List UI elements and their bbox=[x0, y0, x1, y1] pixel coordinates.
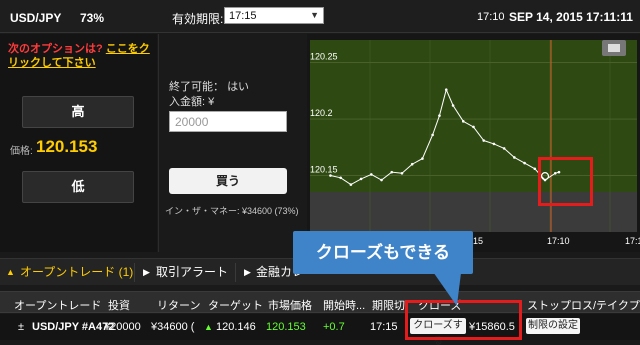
y-tick-label: 120.2 bbox=[310, 108, 333, 118]
y-tick-label: 120.15 bbox=[310, 165, 338, 175]
price-point bbox=[400, 171, 404, 175]
col-start-time: 開始時... bbox=[323, 300, 366, 312]
up-arrow-icon: ▲ bbox=[204, 322, 213, 332]
high-button[interactable]: 高 bbox=[22, 96, 134, 128]
amount-label: 入金額: ¥ bbox=[169, 96, 215, 108]
row-expand-icon[interactable]: ± bbox=[18, 321, 24, 333]
x-tick-label: 15 bbox=[473, 236, 483, 246]
price-point bbox=[513, 156, 516, 159]
chevron-down-icon: ▼ bbox=[310, 10, 319, 20]
buy-button[interactable]: 買う bbox=[169, 168, 287, 194]
price-point bbox=[339, 176, 342, 180]
price-point bbox=[349, 183, 353, 186]
tab-trade-alerts[interactable]: 取引アラート bbox=[152, 259, 228, 286]
price-point bbox=[380, 178, 383, 182]
x-tick-label: 17:10 bbox=[547, 236, 570, 246]
chart-highlight-box bbox=[538, 157, 593, 206]
close-highlight-box bbox=[405, 300, 522, 340]
col-stoploss: ストップロス/テイクプ... bbox=[527, 300, 640, 312]
promo-message: 次のオプションは? ここをクリックして下さい bbox=[8, 42, 153, 70]
x-tick-label: 17:15 bbox=[625, 236, 640, 246]
top-bar: USD/JPY 73% 有効期限: 17:15 ▼ 17:10 SEP 14, … bbox=[0, 0, 640, 33]
closable-label: 終了可能： はい bbox=[169, 78, 249, 94]
callout-annotation: クローズもできる bbox=[293, 231, 473, 274]
tab-open-trades[interactable]: オープントレード (1) bbox=[16, 259, 133, 286]
row-change: +0.7 bbox=[323, 321, 345, 333]
expiry-label: 有効期限: bbox=[172, 12, 224, 26]
col-expiry: 期限切 bbox=[372, 300, 405, 312]
tab-divider bbox=[134, 263, 135, 282]
price-point bbox=[390, 170, 394, 174]
price-point bbox=[472, 125, 475, 129]
price-point bbox=[410, 162, 414, 166]
chart-expand-icon[interactable] bbox=[602, 40, 626, 56]
col-target: ターゲット bbox=[208, 300, 263, 312]
promo-text: 次のオプションは? bbox=[8, 43, 103, 55]
direction-panel: 次のオプションは? ここをクリックして下さい 高 価格: 120.153 低 bbox=[0, 34, 157, 252]
tab-divider bbox=[235, 263, 236, 282]
col-investment: 投資 bbox=[108, 300, 130, 312]
row-expiry: 17:15 bbox=[370, 321, 398, 333]
in-the-money-text: イン・ザ・マネー: ¥34600 (73%) bbox=[165, 206, 299, 216]
col-open-trade: オープントレード bbox=[14, 300, 102, 312]
row-target: 120.146 bbox=[216, 321, 256, 333]
row-instrument: USD/JPY #A472 bbox=[32, 321, 115, 333]
col-return: リターン bbox=[157, 300, 201, 312]
amount-input[interactable]: 20000 bbox=[169, 111, 287, 132]
expiry-countdown-time: 17:10 bbox=[477, 11, 505, 23]
y-tick-label: 120.25 bbox=[310, 52, 338, 62]
expiry-value: 17:15 bbox=[229, 10, 257, 22]
price-point bbox=[370, 173, 373, 176]
tab-arrow-icon: ▶ bbox=[244, 267, 251, 277]
current-price: 120.153 bbox=[36, 137, 98, 156]
price-point bbox=[431, 133, 434, 137]
x-axis-ticks: 15 17:10 17:15 bbox=[473, 236, 640, 246]
price-label: 価格: bbox=[10, 146, 33, 157]
row-market-price: 120.153 bbox=[266, 321, 306, 333]
low-button[interactable]: 低 bbox=[22, 171, 134, 203]
payout-percent: 73% bbox=[80, 11, 105, 25]
row-return: ¥34600 ( bbox=[151, 321, 195, 333]
pair-label: USD/JPY bbox=[10, 11, 62, 25]
expiry-select[interactable]: 17:15 ▼ bbox=[224, 7, 324, 24]
price-point bbox=[461, 120, 465, 123]
price-point bbox=[523, 161, 526, 165]
price-point bbox=[444, 88, 448, 91]
tab-arrow-icon: ▶ bbox=[143, 267, 150, 277]
price-point bbox=[482, 139, 486, 142]
price-point bbox=[451, 104, 455, 107]
closable-key: 終了可能： bbox=[169, 81, 224, 93]
tab-arrow-icon: ▲ bbox=[6, 267, 15, 277]
price-point bbox=[502, 147, 506, 150]
price-point bbox=[438, 114, 441, 117]
price-chart[interactable]: 120.25 120.2 120.15 15 17:10 17:15 bbox=[307, 34, 640, 252]
closable-value: はい bbox=[227, 81, 250, 93]
price-point bbox=[359, 177, 363, 181]
price-point bbox=[329, 174, 332, 177]
price-point bbox=[421, 157, 424, 160]
order-panel: 終了可能： はい 入金額: ¥ 20000 買う イン・ザ・マネー: ¥3460… bbox=[158, 34, 306, 252]
price-point bbox=[533, 167, 537, 171]
table-header: オープントレード 投資 リターン ターゲット 市場価格 開始時... 期限切 ク… bbox=[0, 291, 640, 313]
price-point bbox=[492, 142, 496, 146]
current-datetime: SEP 14, 2015 17:11:11 bbox=[509, 10, 633, 24]
chart-svg: 120.25 120.2 120.15 15 17:10 17:15 bbox=[310, 40, 640, 246]
row-investment: ¥20000 bbox=[104, 321, 141, 333]
col-market-price: 市場価格 bbox=[268, 300, 312, 312]
set-limit-button[interactable]: 制限の設定 bbox=[526, 318, 580, 334]
